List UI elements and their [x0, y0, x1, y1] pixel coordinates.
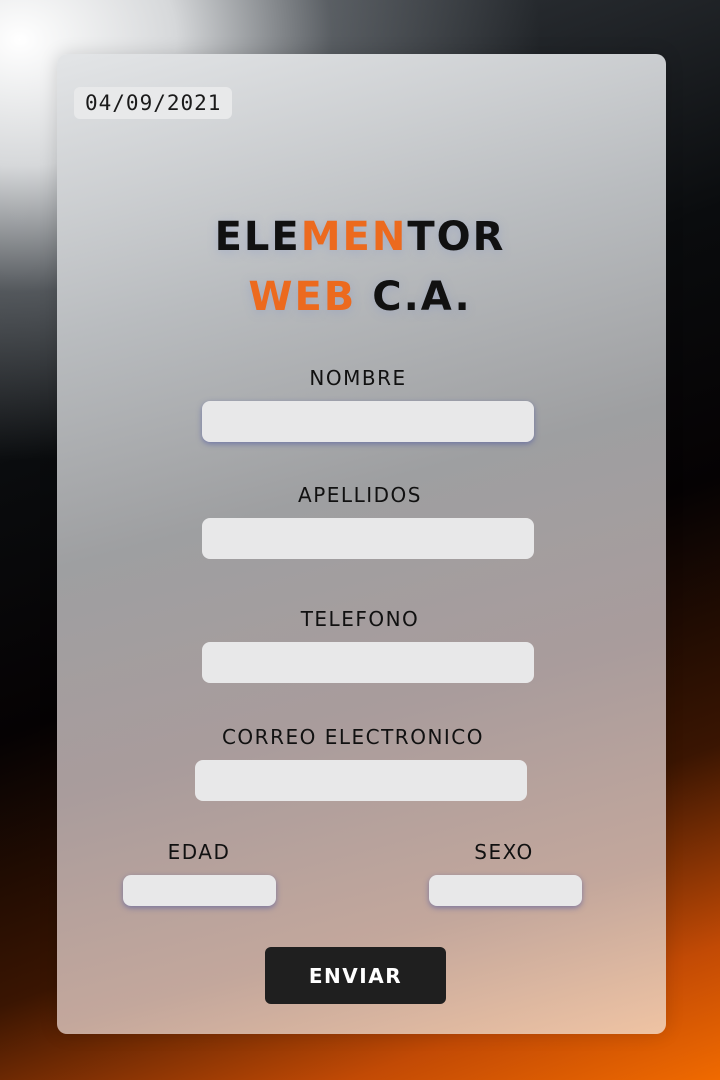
edad-field[interactable] [123, 875, 276, 906]
sexo-field[interactable] [429, 875, 582, 906]
date-badge: 04/09/2021 [74, 87, 233, 119]
nombre-field[interactable] [202, 401, 534, 442]
brand-part: C.A. [356, 274, 472, 320]
brand-part-accent: WEB [248, 274, 357, 320]
brand-title-line1: ELEMENTOR [0, 214, 720, 260]
apellidos-field[interactable] [202, 518, 534, 559]
brand-part: TOR [407, 214, 506, 260]
correo-field[interactable] [195, 760, 527, 801]
nombre-label: NOMBRE [309, 366, 407, 390]
telefono-label: TELEFONO [300, 607, 420, 631]
apellidos-label: APELLIDOS [298, 483, 422, 507]
brand-part-accent: MEN [300, 214, 408, 260]
edad-label: EDAD [167, 840, 231, 864]
brand-part: ELE [214, 214, 301, 260]
sexo-label: SEXO [474, 840, 534, 864]
enviar-button[interactable]: ENVIAR [265, 947, 446, 1004]
correo-label: CORREO ELECTRONICO [221, 725, 485, 749]
brand-title-line2: WEB C.A. [0, 274, 720, 320]
telefono-field[interactable] [202, 642, 534, 683]
